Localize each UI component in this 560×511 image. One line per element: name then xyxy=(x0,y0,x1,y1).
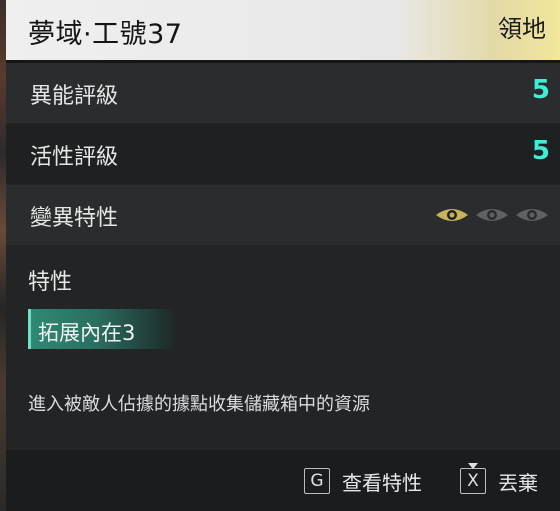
stat-value: 5 xyxy=(531,136,550,166)
x-key-icon: X xyxy=(460,463,486,494)
view-traits-label: 查看特性 xyxy=(342,470,422,495)
mutation-eyes xyxy=(434,205,550,225)
item-detail-panel: 夢域·工號37 領地 異能評級 5 活性評級 5 變異特性 特性 拓展內在3 進… xyxy=(6,0,560,511)
item-header: 夢域·工號37 領地 xyxy=(6,0,560,60)
eye-icon-inactive xyxy=(514,205,550,225)
stat-label: 變異特性 xyxy=(30,206,119,231)
stat-label: 活性評級 xyxy=(30,145,119,170)
discard-label: 丟棄 xyxy=(498,470,538,495)
discard-button[interactable]: X 丟棄 xyxy=(460,463,538,496)
g-key-icon: G xyxy=(304,468,330,494)
eye-icon-inactive xyxy=(474,205,510,225)
stat-row-activity-rating: 活性評級 5 xyxy=(6,124,560,184)
trait-tag[interactable]: 拓展內在3 xyxy=(28,309,178,349)
trait-tag-label: 拓展內在3 xyxy=(38,321,136,345)
stat-value: 5 xyxy=(531,75,550,105)
stat-row-mutation: 變異特性 xyxy=(6,185,560,245)
traits-heading: 特性 xyxy=(28,270,73,295)
item-category: 領地 xyxy=(498,15,546,43)
stat-label: 異能評級 xyxy=(30,84,119,109)
eye-icon-active xyxy=(434,205,470,225)
stat-row-ability-rating: 異能評級 5 xyxy=(6,63,560,123)
view-traits-button[interactable]: G 查看特性 xyxy=(304,466,422,496)
item-description: 進入被敵人佔據的據點收集儲藏箱中的資源 xyxy=(28,394,370,415)
item-title: 夢域·工號37 xyxy=(28,19,183,50)
